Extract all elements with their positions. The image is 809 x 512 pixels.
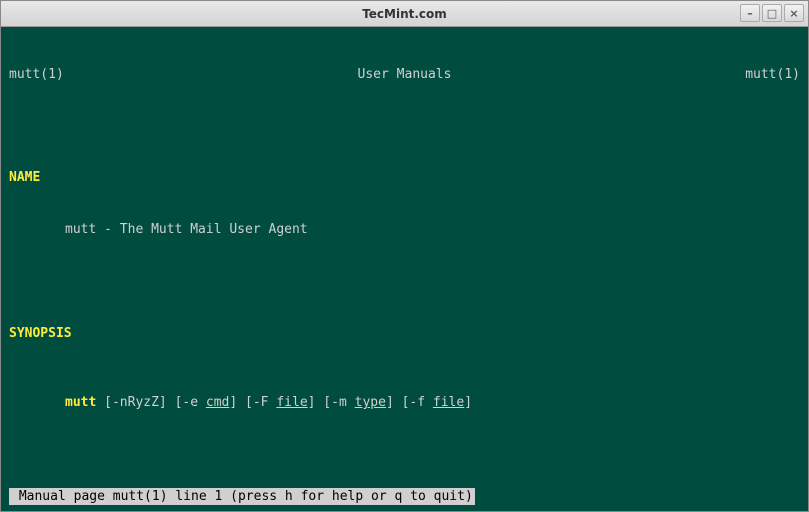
terminal-viewport[interactable]: mutt(1) User Manuals mutt(1) NAME mutt -… [1,27,808,511]
pager-status: Manual page mutt(1) line 1 (press h for … [9,488,475,505]
header-right: mutt(1) [745,66,800,83]
name-line: mutt - The Mutt Mail User Agent [9,221,800,238]
minimize-button[interactable]: – [740,4,760,22]
synopsis-line: mutt [-nRyzZ] [-e cmd] [-F file] [-m typ… [9,394,800,411]
close-button[interactable]: × [784,4,804,22]
window-titlebar: TecMint.com – □ × [1,1,808,27]
header-center: User Manuals [358,66,452,83]
header-left: mutt(1) [9,66,64,83]
window-controls: – □ × [740,4,804,22]
section-name: NAME [9,169,800,186]
section-synopsis: SYNOPSIS [9,325,800,342]
maximize-button[interactable]: □ [762,4,782,22]
window-title: TecMint.com [362,7,447,21]
manpage-header: mutt(1) User Manuals mutt(1) [9,66,800,83]
